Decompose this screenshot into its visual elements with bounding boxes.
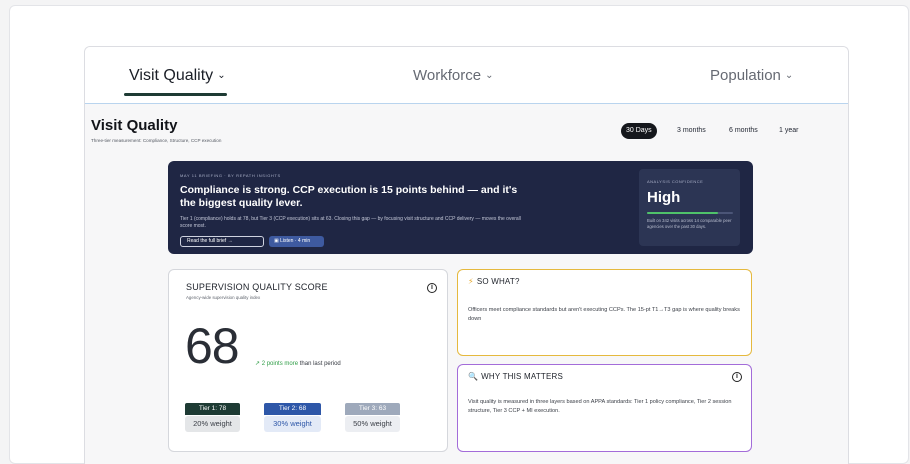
confidence-label: ANALYSIS CONFIDENCE	[647, 179, 704, 184]
active-tab-indicator	[124, 93, 227, 96]
lightning-icon: ⚡	[468, 277, 474, 286]
confidence-bar-fill	[647, 212, 718, 214]
chevron-down-icon: ⌄	[784, 70, 794, 81]
tier-label: Tier 3: 63	[345, 403, 400, 415]
briefing-banner: MAY 11 BRIEFING · BY REPATH INSIGHTS Com…	[168, 161, 753, 254]
headphones-icon: ▣	[274, 238, 279, 244]
listen-label: Listen · 4 min	[280, 238, 311, 244]
briefing-body: Tier 1 (compliance) holds at 78, but Tie…	[180, 216, 521, 229]
so-what-card: ⚡ SO WHAT? Officers meet compliance stand…	[457, 269, 752, 356]
why-body: Visit quality is measured in three layer…	[468, 399, 732, 414]
trend-up-icon: ↗	[255, 361, 261, 367]
score-value: 68	[185, 318, 240, 374]
chevron-down-icon: ⌄	[217, 70, 226, 81]
tier-weight: 50% weight	[345, 416, 400, 432]
confidence-bar	[647, 212, 733, 214]
confidence-note: Built on 342 visits across 14 comparable…	[647, 218, 732, 229]
page-subtitle: Three-tier measurement: Compliance, Stru…	[91, 138, 222, 143]
listen-button[interactable]: ▣ Listen · 4 min	[269, 236, 324, 247]
tier-2-badge: Tier 2: 68 30% weight	[264, 403, 321, 435]
info-icon[interactable]: i	[732, 372, 742, 382]
briefing-headline: Compliance is strong. CCP execution is 1…	[180, 184, 518, 209]
period-3-months[interactable]: 3 months	[672, 123, 711, 139]
period-1-year[interactable]: 1 year	[774, 123, 803, 139]
page-title: Visit Quality	[91, 117, 178, 134]
tab-visit-quality[interactable]: Visit Quality ⌄	[129, 67, 226, 85]
tab-bar: Visit Quality ⌄ Workforce ⌄ Population ⌄	[85, 47, 848, 104]
tab-label: Population	[710, 67, 781, 84]
why-title: 🔍 WHY THIS MATTERS	[468, 372, 563, 381]
period-30-days[interactable]: 30 Days	[621, 123, 657, 139]
chevron-down-icon: ⌄	[485, 70, 494, 81]
score-delta: ↗ 2 points more than last period	[255, 360, 341, 367]
magnifier-icon: 🔍	[468, 372, 479, 381]
score-subtitle: Agency-wide supervision quality index	[186, 295, 261, 300]
tier-3-badge: Tier 3: 63 50% weight	[345, 403, 400, 435]
read-full-brief-button[interactable]: Read the full brief →	[180, 236, 264, 247]
tier-1-badge: Tier 1: 78 20% weight	[185, 403, 240, 435]
info-icon[interactable]: i	[427, 283, 437, 293]
tier-label: Tier 1: 78	[185, 403, 240, 415]
dashboard-panel: Visit Quality ⌄ Workforce ⌄ Population ⌄ Vi…	[84, 46, 849, 464]
tier-label: Tier 2: 68	[264, 403, 321, 415]
delta-value: 2 points more	[261, 361, 299, 367]
briefing-kicker: MAY 11 BRIEFING · BY REPATH INSIGHTS	[180, 173, 281, 178]
why-title-text: WHY THIS MATTERS	[481, 372, 564, 381]
score-title: SUPERVISION QUALITY SCORE	[186, 282, 328, 292]
tab-population[interactable]: Population ⌄	[710, 67, 793, 84]
so-what-body: Officers meet compliance standards but a…	[468, 307, 740, 322]
tier-weight: 20% weight	[185, 416, 240, 432]
tab-workforce[interactable]: Workforce ⌄	[413, 67, 493, 84]
so-what-title-text: SO WHAT?	[476, 277, 520, 286]
tab-label: Workforce	[413, 67, 482, 84]
so-what-title: ⚡ SO WHAT?	[468, 277, 520, 286]
tier-weight: 30% weight	[264, 416, 321, 432]
period-6-months[interactable]: 6 months	[724, 123, 763, 139]
supervision-quality-score-card: SUPERVISION QUALITY SCORE Agency-wide su…	[168, 269, 448, 452]
analysis-confidence-card: ANALYSIS CONFIDENCE High Built on 342 vi…	[639, 169, 740, 246]
tab-label: Visit Quality	[129, 67, 214, 84]
delta-suffix: than last period	[299, 361, 341, 367]
confidence-value: High	[647, 189, 681, 206]
why-this-matters-card: 🔍 WHY THIS MATTERS i Visit quality is mea…	[457, 364, 752, 452]
